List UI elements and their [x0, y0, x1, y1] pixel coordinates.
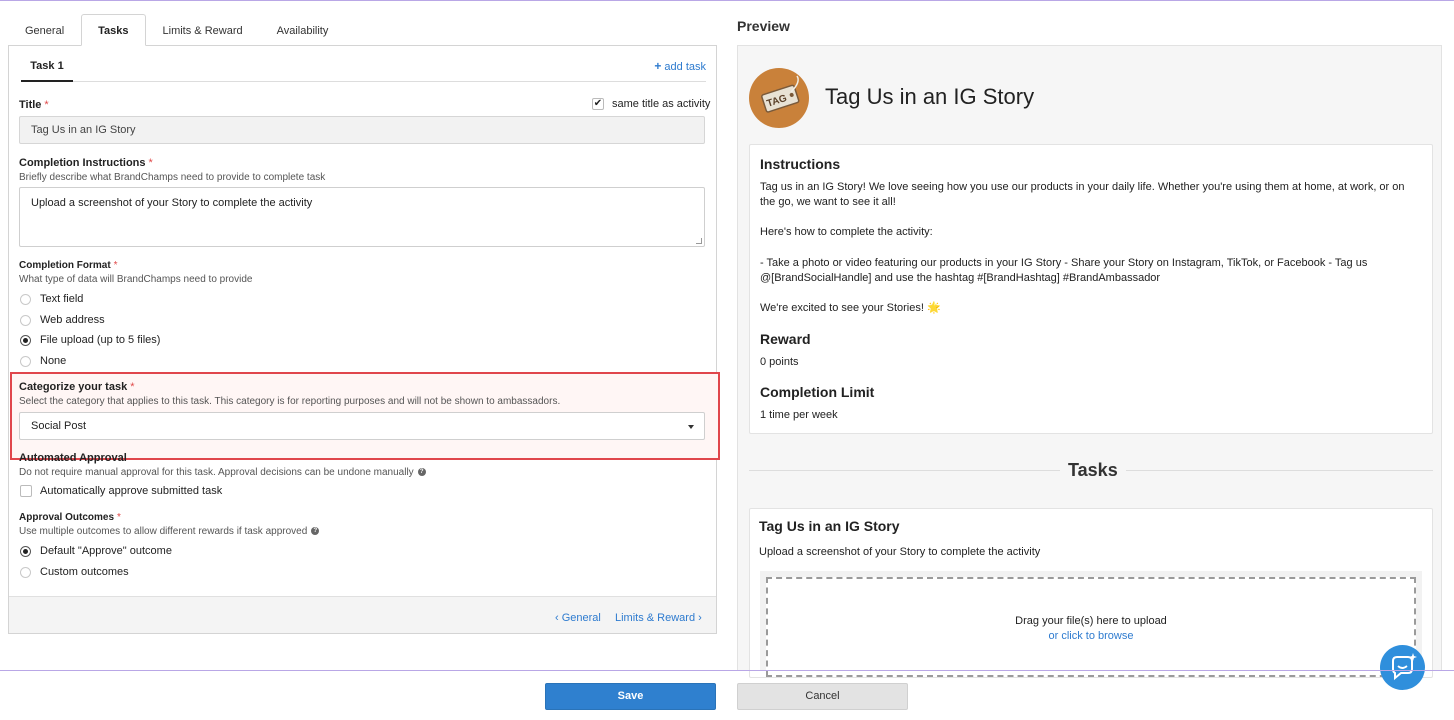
- completion-instructions-textarea[interactable]: Upload a screenshot of your Story to com…: [19, 187, 705, 247]
- reward-value: 0 points: [760, 356, 799, 368]
- footer-border: [0, 670, 1454, 671]
- same-title-label: same title as activity: [612, 98, 711, 110]
- auto-approve-checkbox[interactable]: Automatically approve submitted task: [20, 485, 222, 497]
- task-preview-instructions: Upload a screenshot of your Story to com…: [759, 546, 1041, 558]
- help-icon: ?: [417, 468, 426, 477]
- add-task-link[interactable]: + add task: [654, 59, 706, 73]
- help-icon: ?: [311, 527, 320, 536]
- drop-text: Drag your file(s) here to upload: [1015, 615, 1167, 627]
- completion-instructions-label: Completion Instructions *: [19, 157, 153, 169]
- completion-limit-value: 1 time per week: [760, 409, 838, 421]
- format-option-web-address[interactable]: Web address: [20, 314, 105, 326]
- outcome-option-default[interactable]: Default "Approve" outcome: [20, 545, 172, 557]
- title-label: Title *: [19, 99, 49, 111]
- file-dropzone[interactable]: Drag your file(s) here to upload or clic…: [766, 577, 1416, 677]
- tab-tasks[interactable]: Tasks: [81, 14, 146, 46]
- outcome-option-custom[interactable]: Custom outcomes: [20, 566, 129, 578]
- tab-general[interactable]: General: [8, 14, 81, 46]
- outcome-option-label: Default "Approve" outcome: [40, 545, 172, 557]
- chevron-left-icon: ‹: [555, 612, 562, 624]
- cancel-button[interactable]: Cancel: [737, 683, 908, 710]
- automated-approval-help: Do not require manual approval for this …: [19, 467, 426, 478]
- chevron-right-icon: ›: [695, 612, 702, 624]
- checkmark-icon: ✔: [592, 98, 604, 110]
- radio-icon: [20, 314, 31, 326]
- tab-availability[interactable]: Availability: [260, 14, 346, 46]
- tasks-heading: Tasks: [1060, 460, 1126, 481]
- browse-link[interactable]: or click to browse: [768, 630, 1414, 642]
- resize-handle-icon[interactable]: [696, 238, 702, 244]
- save-button[interactable]: Save: [545, 683, 716, 710]
- reward-heading: Reward: [760, 331, 811, 347]
- category-select-value: Social Post: [31, 420, 87, 432]
- next-limits-reward-link[interactable]: Limits & Reward ›: [615, 612, 702, 624]
- format-option-label: None: [40, 355, 67, 367]
- approval-outcomes-help: Use multiple outcomes to allow different…: [19, 526, 320, 537]
- radio-icon: [20, 293, 31, 305]
- format-option-label: Text field: [40, 293, 84, 305]
- subtab-task-1[interactable]: Task 1: [21, 54, 73, 82]
- chat-icon: [1392, 653, 1417, 681]
- activity-logo: TAG: [749, 68, 809, 128]
- tag-icon: TAG: [761, 75, 800, 113]
- categorize-help: Select the category that applies to this…: [19, 396, 561, 407]
- auto-approve-label: Automatically approve submitted task: [40, 485, 223, 497]
- title-input[interactable]: Tag Us in an IG Story: [19, 116, 705, 144]
- format-option-text-field[interactable]: Text field: [20, 293, 83, 305]
- completion-instructions-help: Briefly describe what BrandChamps need t…: [19, 172, 326, 183]
- instructions-paragraph-2: Here's how to complete the activity:: [760, 226, 933, 238]
- same-title-checkbox[interactable]: ✔ same title as activity: [592, 98, 710, 110]
- completion-format-label: Completion Format *: [19, 260, 118, 271]
- format-option-none[interactable]: None: [20, 355, 66, 367]
- outcome-option-label: Custom outcomes: [40, 566, 129, 578]
- approval-outcomes-label: Approval Outcomes *: [19, 512, 121, 523]
- format-option-file-upload[interactable]: File upload (up to 5 files): [20, 334, 160, 346]
- task-preview-title: Tag Us in an IG Story: [759, 518, 900, 534]
- top-border: [0, 0, 1454, 1]
- instructions-paragraph-3: - Take a photo or video featuring our pr…: [760, 257, 1368, 284]
- automated-approval-label: Automated Approval: [19, 452, 127, 464]
- task-subtabs: Task 1 + add task: [21, 54, 706, 82]
- tab-limits-reward[interactable]: Limits & Reward: [146, 14, 260, 46]
- chat-support-button[interactable]: [1380, 645, 1425, 690]
- radio-icon: [20, 355, 31, 367]
- checkbox-icon: [20, 485, 32, 497]
- radio-icon: [20, 566, 31, 578]
- instructions-heading: Instructions: [760, 156, 841, 172]
- completion-limit-heading: Completion Limit: [760, 384, 875, 400]
- preview-heading: Preview: [737, 18, 790, 34]
- prev-general-link[interactable]: ‹ General: [555, 612, 601, 624]
- tab-bar: General Tasks Limits & Reward Availabili…: [8, 14, 345, 46]
- plus-icon: +: [654, 59, 662, 73]
- completion-instructions-value: Upload a screenshot of your Story to com…: [31, 197, 313, 209]
- caret-down-icon: [688, 425, 694, 429]
- format-option-label: Web address: [40, 314, 105, 326]
- radio-selected-icon: [20, 334, 31, 346]
- instructions-paragraph-1: Tag us in an IG Story! We love seeing ho…: [760, 181, 1405, 208]
- activity-title: Tag Us in an IG Story: [825, 84, 1035, 109]
- categorize-label: Categorize your task *: [19, 381, 135, 393]
- radio-selected-icon: [20, 545, 31, 557]
- editor-footer: [9, 596, 716, 633]
- instructions-paragraph-4: We're excited to see your Stories! 🌟: [760, 302, 941, 314]
- category-select[interactable]: Social Post: [19, 412, 705, 440]
- format-option-label: File upload (up to 5 files): [40, 334, 161, 346]
- add-task-label: add task: [664, 61, 706, 73]
- completion-format-help: What type of data will BrandChamps need …: [19, 274, 253, 285]
